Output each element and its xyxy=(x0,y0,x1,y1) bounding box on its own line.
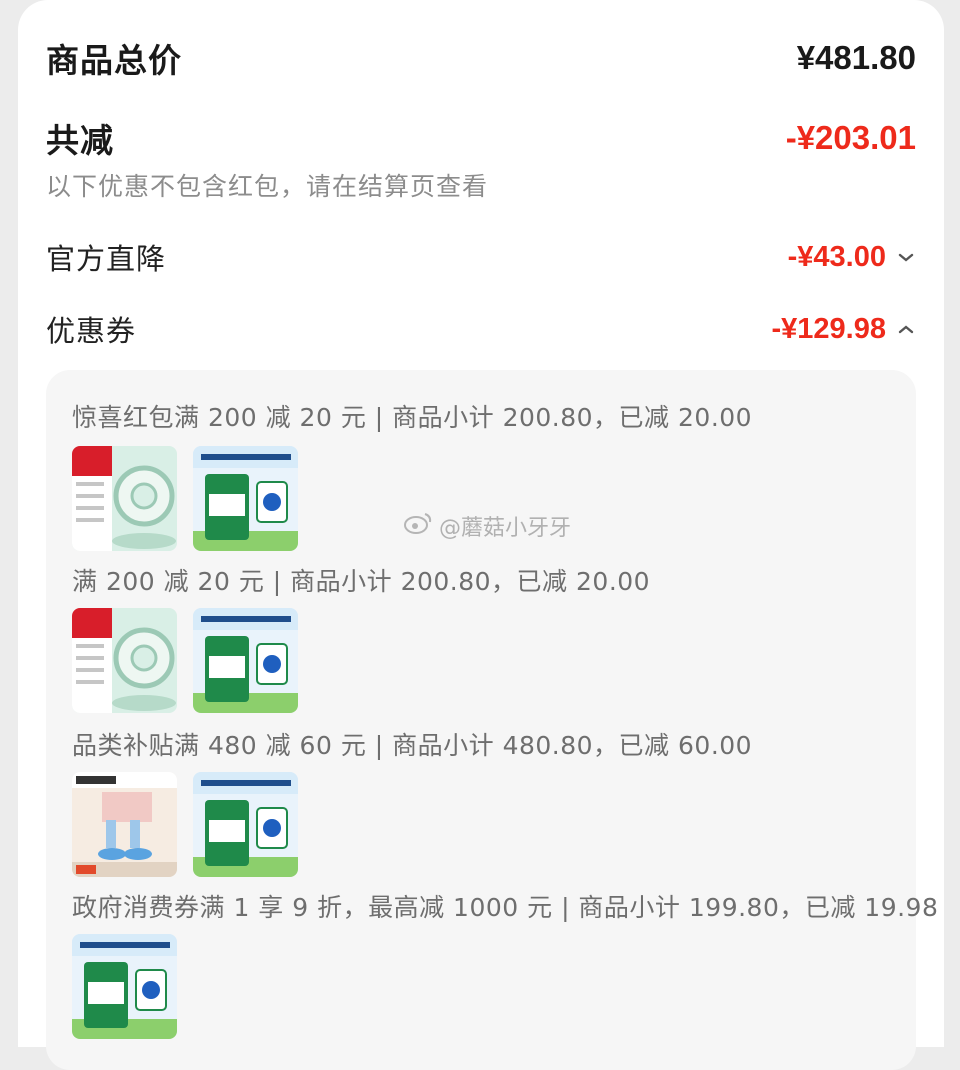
coupon-discount-row[interactable]: 优惠券 -¥129.98 xyxy=(46,308,916,350)
coupon-discount-amount: -¥129.98 xyxy=(772,313,917,346)
official-discount-amount: -¥43.00 xyxy=(788,241,916,274)
official-discount-row[interactable]: 官方直降 -¥43.00 xyxy=(46,236,916,278)
total-reduce-label: 共减 xyxy=(46,121,114,160)
total-reduce-row: 共减 -¥203.01 xyxy=(46,114,916,162)
official-discount-label: 官方直降 xyxy=(46,242,167,276)
watermark: @蘑菇小牙牙 xyxy=(403,510,571,542)
chevron-up-icon[interactable] xyxy=(896,319,916,339)
discount-note: 以下优惠不包含红包，请在结算页查看 xyxy=(46,172,489,201)
coupon-product-thumbs xyxy=(72,446,298,551)
coupon-detail-panel: 惊喜红包满 200 减 20 元 | 商品小计 200.80，已减 20.00 xyxy=(46,370,938,1070)
official-discount-value: -¥43.00 xyxy=(787,240,886,273)
tape-product-image[interactable] xyxy=(72,446,177,551)
coupon-product-thumbs xyxy=(72,608,298,713)
milk-powder-product-image[interactable] xyxy=(193,608,298,713)
price-detail-card: 商品总价 ¥481.80 共减 -¥203.01 以下优惠不包含红包，请在结算页… xyxy=(18,0,944,1070)
total-price-label: 商品总价 xyxy=(46,41,182,80)
chevron-down-icon[interactable] xyxy=(896,247,916,267)
coupon-discount-value: -¥129.98 xyxy=(771,312,887,345)
milk-powder-product-image[interactable] xyxy=(193,772,298,877)
coupon-line: 政府消费券满 1 享 9 折，最高减 1000 元 | 商品小计 199.80，… xyxy=(72,893,939,922)
weibo-icon xyxy=(403,511,433,541)
kids-shoes-product-image[interactable] xyxy=(72,772,177,877)
watermark-text: @蘑菇小牙牙 xyxy=(439,516,572,541)
milk-powder-product-image[interactable] xyxy=(193,446,298,551)
milk-powder-product-image[interactable] xyxy=(72,934,177,1039)
total-price-value: ¥481.80 xyxy=(796,39,916,76)
tape-product-image[interactable] xyxy=(72,608,177,713)
coupon-line: 惊喜红包满 200 减 20 元 | 商品小计 200.80，已减 20.00 xyxy=(72,403,753,432)
coupon-line: 满 200 减 20 元 | 商品小计 200.80，已减 20.00 xyxy=(72,567,651,596)
total-reduce-value: -¥203.01 xyxy=(785,119,916,156)
coupon-product-thumbs xyxy=(72,772,298,877)
coupon-product-thumbs xyxy=(72,934,177,1039)
total-price-row: 商品总价 ¥481.80 xyxy=(46,34,916,82)
coupon-line: 品类补贴满 480 减 60 元 | 商品小计 480.80，已减 60.00 xyxy=(72,731,753,760)
coupon-discount-label: 优惠券 xyxy=(46,314,137,348)
